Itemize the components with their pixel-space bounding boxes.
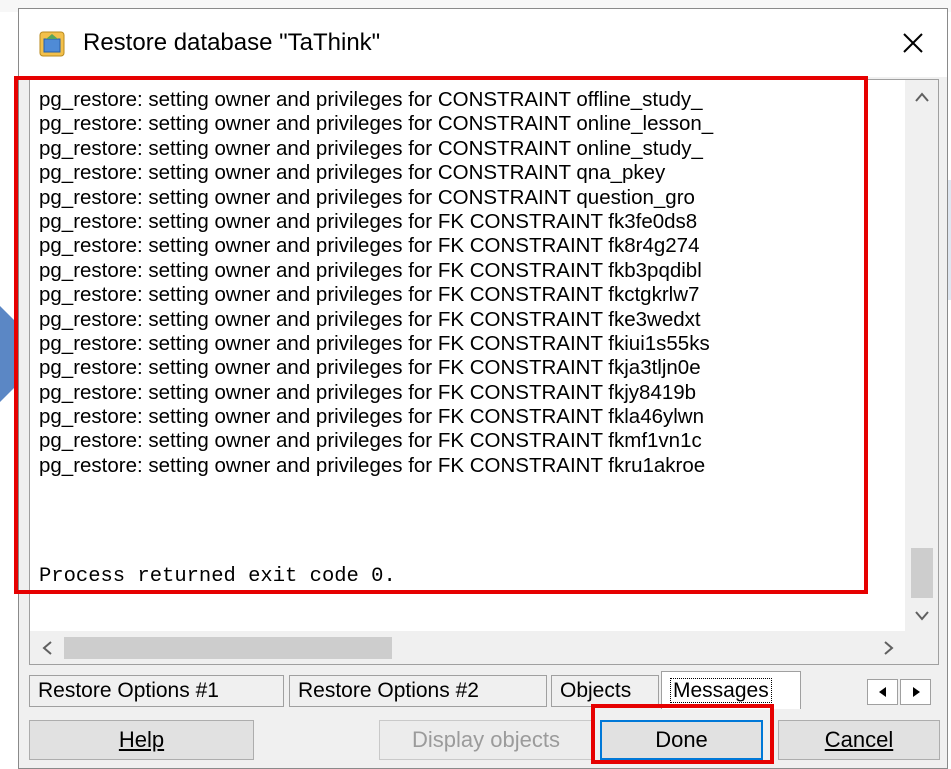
log-line: pg_restore: setting owner and privileges… xyxy=(39,112,714,136)
triangle-right-icon xyxy=(912,687,920,697)
help-button-label: Help xyxy=(118,727,165,752)
tab-restore-options-2[interactable]: Restore Options #2 xyxy=(289,675,547,707)
display-objects-button[interactable]: Display objects xyxy=(379,720,593,760)
log-lines: pg_restore: setting owner and privileges… xyxy=(39,88,909,478)
log-line: pg_restore: setting owner and privileges… xyxy=(39,356,701,380)
log-line: pg_restore: setting owner and privileges… xyxy=(39,283,700,307)
log-line: pg_restore: setting owner and privileges… xyxy=(39,136,703,160)
chevron-down-icon xyxy=(914,610,929,621)
log-line: pg_restore: setting owner and privileges… xyxy=(39,258,702,282)
scroll-up-button[interactable] xyxy=(905,80,938,113)
tab-scroll-right-button[interactable] xyxy=(900,679,931,705)
log-line: pg_restore: setting owner and privileges… xyxy=(39,185,695,209)
vertical-scroll-thumb[interactable] xyxy=(911,548,933,598)
log-line: pg_restore: setting owner and privileges… xyxy=(39,331,710,355)
log-line: pg_restore: setting owner and privileges… xyxy=(39,161,666,185)
vertical-scrollbar[interactable] xyxy=(905,80,938,632)
dialog-title: Restore database "TaThink" xyxy=(83,29,381,56)
done-button-label: Done xyxy=(655,727,708,752)
scroll-left-button[interactable] xyxy=(30,631,63,664)
exit-code-message: Process returned exit code 0. xyxy=(39,565,396,588)
log-line: pg_restore: setting owner and privileges… xyxy=(39,429,702,453)
chevron-up-icon xyxy=(914,91,929,102)
tab-messages[interactable]: Messages xyxy=(661,671,801,709)
log-line: pg_restore: setting owner and privileges… xyxy=(39,405,705,429)
horizontal-scroll-thumb[interactable] xyxy=(64,637,392,659)
log-line: pg_restore: setting owner and privileges… xyxy=(39,307,701,331)
log-line: pg_restore: setting owner and privileges… xyxy=(39,88,703,111)
tab-scroll-left-button[interactable] xyxy=(867,679,898,705)
tab-messages-label: Messages xyxy=(670,678,772,703)
scroll-down-button[interactable] xyxy=(905,599,938,632)
cancel-button-label: Cancel xyxy=(824,727,894,752)
restore-database-dialog: Restore database "TaThink" pg_restore: s… xyxy=(18,8,948,769)
done-button[interactable]: Done xyxy=(600,720,763,760)
tab-bar: Restore Options #1 Restore Options #2 Ob… xyxy=(29,671,939,709)
tab-scroll-buttons xyxy=(865,679,931,707)
messages-log[interactable]: pg_restore: setting owner and privileges… xyxy=(29,79,939,665)
pgadmin-restore-icon xyxy=(39,31,65,57)
log-line: pg_restore: setting owner and privileges… xyxy=(39,209,698,233)
chevron-left-icon xyxy=(41,640,52,655)
chevron-right-icon xyxy=(883,640,894,655)
log-line: pg_restore: setting owner and privileges… xyxy=(39,234,700,258)
log-line: pg_restore: setting owner and privileges… xyxy=(39,453,706,477)
triangle-left-icon xyxy=(878,687,886,697)
title-bar: Restore database "TaThink" xyxy=(19,9,947,77)
scrollbar-corner xyxy=(905,631,938,664)
display-objects-label: Display objects xyxy=(412,727,560,752)
horizontal-scrollbar[interactable] xyxy=(30,631,938,664)
close-button[interactable] xyxy=(891,21,935,65)
tab-restore-options-1[interactable]: Restore Options #1 xyxy=(29,675,284,707)
scroll-right-button[interactable] xyxy=(872,631,905,664)
log-line: pg_restore: setting owner and privileges… xyxy=(39,380,697,404)
cancel-button[interactable]: Cancel xyxy=(778,720,940,760)
close-icon xyxy=(903,33,923,53)
tab-objects[interactable]: Objects xyxy=(551,675,659,707)
help-button[interactable]: Help xyxy=(29,720,254,760)
